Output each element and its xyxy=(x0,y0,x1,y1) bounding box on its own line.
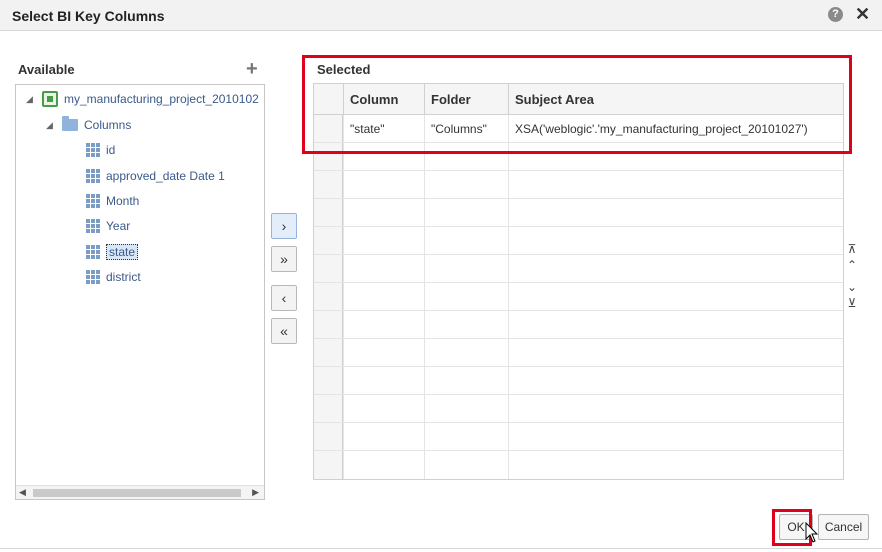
column-label: approved_date Date 1 xyxy=(106,169,225,183)
folder-icon xyxy=(62,116,78,131)
table-row-empty xyxy=(314,283,843,311)
column-label: Year xyxy=(106,219,131,233)
move-to-bottom-icon[interactable]: ⊻ xyxy=(845,296,859,310)
table-header: Column Folder Subject Area xyxy=(314,84,843,115)
remove-all-button[interactable]: « xyxy=(271,318,297,344)
table-row-empty xyxy=(314,367,843,395)
column-icon xyxy=(86,245,100,259)
tree-item-column[interactable]: Year xyxy=(86,216,130,236)
dialog-titlebar: Select BI Key Columns ? ✕ xyxy=(0,0,882,31)
column-label: state xyxy=(106,244,139,260)
scroll-thumb[interactable] xyxy=(33,489,241,497)
selected-table[interactable]: Column Folder Subject Area "state" "Colu… xyxy=(313,83,844,480)
subject-area-icon xyxy=(42,91,58,107)
table-row-empty xyxy=(314,199,843,227)
table-row-empty xyxy=(314,143,843,171)
table-row-empty xyxy=(314,311,843,339)
selected-label: Selected xyxy=(317,62,371,77)
header-column[interactable]: Column xyxy=(343,84,424,115)
cell-column: "state" xyxy=(343,115,424,143)
cell-folder: "Columns" xyxy=(424,115,508,143)
table-row-empty xyxy=(314,395,843,423)
tree-node-folder-label: Columns xyxy=(84,118,132,132)
add-icon[interactable]: + xyxy=(246,58,258,80)
close-icon[interactable]: ✕ xyxy=(855,4,870,24)
column-icon xyxy=(86,194,100,208)
horizontal-scrollbar[interactable]: ◀ ▶ xyxy=(16,485,264,499)
tree-node-project[interactable]: ◢ my_manufacturing_project_2010102 xyxy=(26,89,259,109)
scroll-right-icon[interactable]: ▶ xyxy=(252,487,259,498)
column-label: Month xyxy=(106,194,140,208)
mouse-cursor-icon xyxy=(805,522,819,543)
column-icon xyxy=(86,143,100,157)
column-icon xyxy=(86,270,100,284)
available-label: Available xyxy=(18,62,75,77)
available-tree[interactable]: ◢ my_manufacturing_project_2010102 ◢ Col… xyxy=(15,84,265,500)
collapse-triangle-icon[interactable]: ◢ xyxy=(46,120,56,131)
move-button[interactable]: › xyxy=(271,213,297,239)
table-row-empty xyxy=(314,339,843,367)
table-row-empty xyxy=(314,227,843,255)
collapse-triangle-icon[interactable]: ◢ xyxy=(26,94,36,105)
tree-node-project-label: my_manufacturing_project_2010102 xyxy=(64,92,259,106)
table-row-empty xyxy=(314,171,843,199)
tree-item-column[interactable]: approved_date Date 1 xyxy=(86,166,225,186)
table-row-empty xyxy=(314,255,843,283)
table-row-empty xyxy=(314,451,843,479)
table-row-empty xyxy=(314,423,843,451)
cancel-button[interactable]: Cancel xyxy=(818,514,869,540)
table-row[interactable]: "state" "Columns" XSA('weblogic'.'my_man… xyxy=(314,115,843,143)
tree-item-column[interactable]: district xyxy=(86,267,141,287)
dialog-title: Select BI Key Columns xyxy=(12,8,165,24)
move-up-icon[interactable]: ⌃ xyxy=(845,258,859,272)
tree-item-column[interactable]: Month xyxy=(86,191,139,211)
column-label: district xyxy=(106,270,141,284)
tree-node-folder[interactable]: ◢ Columns xyxy=(46,115,131,135)
tree-item-column-selected[interactable]: state xyxy=(86,242,139,262)
header-subject-area[interactable]: Subject Area xyxy=(508,84,843,115)
dialog-bottom-border xyxy=(0,548,882,549)
move-down-icon[interactable]: ⌄ xyxy=(845,280,859,294)
header-folder[interactable]: Folder xyxy=(424,84,508,115)
cell-subject-area: XSA('weblogic'.'my_manufacturing_project… xyxy=(508,115,843,143)
help-icon[interactable]: ? xyxy=(828,7,843,22)
column-icon xyxy=(86,169,100,183)
tree-item-column[interactable]: id xyxy=(86,140,115,160)
move-all-button[interactable]: » xyxy=(271,246,297,272)
scroll-left-icon[interactable]: ◀ xyxy=(19,487,26,498)
column-icon xyxy=(86,219,100,233)
column-label: id xyxy=(106,143,116,157)
move-to-top-icon[interactable]: ⊼ xyxy=(845,242,859,256)
remove-button[interactable]: ‹ xyxy=(271,285,297,311)
